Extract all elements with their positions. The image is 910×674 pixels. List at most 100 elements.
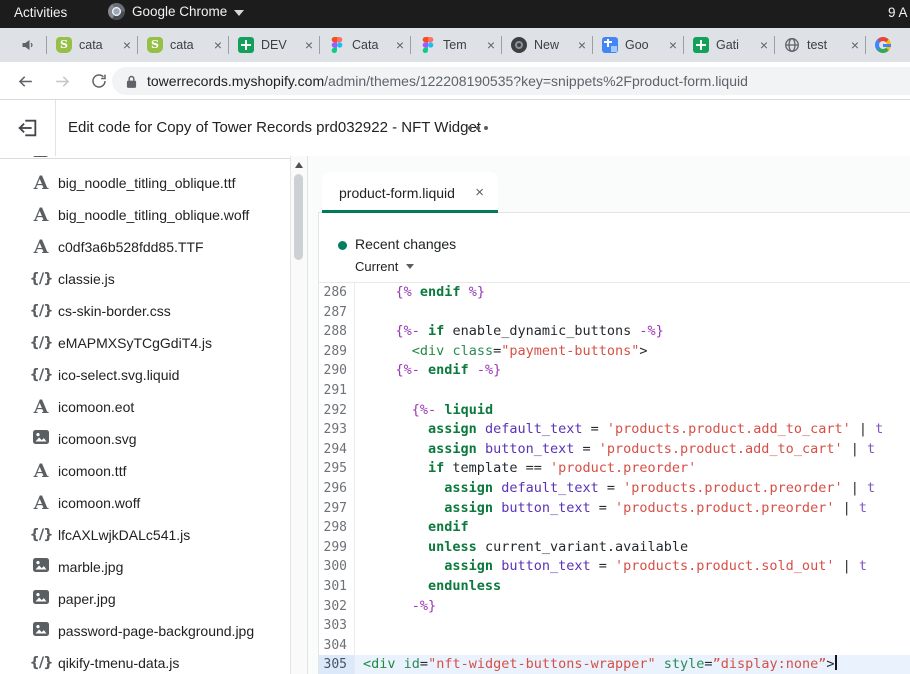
line-content (355, 616, 910, 636)
line-number: 298 (319, 518, 355, 538)
code-line-295[interactable]: 295 if template == 'product.preorder' (319, 459, 910, 479)
admin-header: Edit code for Copy of Tower Records prd0… (0, 100, 910, 157)
code-line-299[interactable]: 299 unless current_variant.available (319, 538, 910, 558)
reload-button[interactable] (86, 68, 112, 94)
exit-code-editor-button[interactable] (0, 100, 56, 156)
file-name: icomoon.eot (58, 399, 134, 415)
code-line-300[interactable]: 300 assign button_text = 'products.produ… (319, 557, 910, 577)
browser-tab-cata[interactable]: cata× (46, 28, 137, 62)
file-item[interactable]: Abig_noodle_titling_oblique.woff (0, 199, 290, 231)
code-line-289[interactable]: 289 <div class="payment-buttons"> (319, 342, 910, 362)
code-line-287[interactable]: 287 (319, 303, 910, 323)
tab-close-icon[interactable]: × (851, 38, 859, 52)
code-line-302[interactable]: 302 -%} (319, 597, 910, 617)
browser-tab-partial[interactable] (865, 28, 910, 62)
line-number: 293 (319, 420, 355, 440)
browser-tab-DEV[interactable]: DEV× (228, 28, 319, 62)
file-item[interactable]: Ac0df3a6b528fdd85.TTF (0, 231, 290, 263)
clock[interactable]: 9 A (888, 5, 908, 20)
file-item[interactable]: password-page-background.jpg (0, 615, 290, 647)
tab-title: DEV (261, 38, 303, 52)
file-name: icomoon.svg (58, 431, 137, 447)
file-name: big_noodle_titling_oblique.woff (58, 207, 249, 223)
file-item[interactable]: Aicomoon.ttf (0, 455, 290, 487)
speaker-icon (20, 37, 36, 53)
code-line-304[interactable]: 304 (319, 636, 910, 656)
sidebar-scrollbar[interactable] (290, 156, 307, 674)
file-item[interactable]: {/}cs-skin-border.css (0, 295, 290, 327)
file-tab-label: product-form.liquid (339, 185, 475, 201)
forward-button[interactable] (49, 68, 75, 94)
tab-title: cata (170, 38, 212, 52)
file-item[interactable]: Abig_noodle_titling_oblique.ttf (0, 167, 290, 199)
image-file-icon (28, 622, 54, 641)
code-line-296[interactable]: 296 assign default_text = 'products.prod… (319, 479, 910, 499)
line-content: {% endif %} (355, 283, 910, 303)
tab-close-icon[interactable]: × (305, 38, 313, 52)
activities-button[interactable]: Activities (14, 5, 67, 20)
file-item[interactable]: Aicomoon.eot (0, 391, 290, 423)
browser-tab-Goo[interactable]: Goo× (592, 28, 683, 62)
file-item[interactable]: {/}qikify-tmenu-data.js (0, 647, 290, 674)
image-file-icon (28, 590, 54, 609)
browser-tab-Gati[interactable]: Gati× (683, 28, 774, 62)
browser-tab-cata[interactable]: cata× (137, 28, 228, 62)
line-content (355, 303, 910, 323)
lock-icon (126, 74, 137, 89)
file-item[interactable]: marble.jpg (0, 551, 290, 583)
file-item[interactable]: paper.jpg (0, 583, 290, 615)
line-number: 291 (319, 381, 355, 401)
code-line-291[interactable]: 291 (319, 381, 910, 401)
code-line-301[interactable]: 301 endunless (319, 577, 910, 597)
tab-close-icon[interactable]: × (475, 184, 484, 201)
file-item[interactable]: icomoon.svg (0, 423, 290, 455)
tab-title: cata (79, 38, 121, 52)
browser-tab-Cata[interactable]: Cata× (319, 28, 410, 62)
version-dropdown[interactable]: Current (355, 259, 414, 274)
file-item[interactable]: {/}lfcAXLwjkDALc541.js (0, 519, 290, 551)
file-name: ico-select.svg.liquid (58, 367, 179, 383)
line-number: 292 (319, 401, 355, 421)
line-number: 303 (319, 616, 355, 636)
back-button[interactable] (12, 68, 38, 94)
tab-close-icon[interactable]: × (396, 38, 404, 52)
unsaved-changes-dot (338, 241, 347, 250)
tab-close-icon[interactable]: × (214, 38, 222, 52)
browser-tab-Tem[interactable]: Tem× (410, 28, 501, 62)
code-line-298[interactable]: 298 endif (319, 518, 910, 538)
code-file-icon: {/} (28, 336, 54, 351)
code-line-303[interactable]: 303 (319, 616, 910, 636)
address-bar[interactable]: towerrecords.myshopify.com/admin/themes/… (112, 67, 910, 95)
code-line-290[interactable]: 290 {%- endif -%} (319, 361, 910, 381)
browser-tab-test[interactable]: test× (774, 28, 865, 62)
tab-close-icon[interactable]: × (760, 38, 768, 52)
line-content: {%- if enable_dynamic_buttons -%} (355, 322, 910, 342)
code-line-286[interactable]: 286 {% endif %} (319, 283, 910, 303)
code-line-297[interactable]: 297 assign button_text = 'products.produ… (319, 499, 910, 519)
code-editor[interactable]: 286 {% endif %}287288 {%- if enable_dyna… (319, 283, 910, 674)
file-item[interactable]: {/}ico-select.svg.liquid (0, 359, 290, 391)
code-line-288[interactable]: 288 {%- if enable_dynamic_buttons -%} (319, 322, 910, 342)
browser-tab-New[interactable]: New× (501, 28, 592, 62)
tab-close-icon[interactable]: × (669, 38, 677, 52)
more-actions-button[interactable] (468, 126, 488, 130)
file-item[interactable]: {/}classie.js (0, 263, 290, 295)
scrollbar-thumb[interactable] (294, 174, 303, 260)
code-line-294[interactable]: 294 assign button_text = 'products.produ… (319, 440, 910, 460)
browser-tab-strip: cata×cata×DEV×Cata×Tem×New×Goo×Gati×test… (0, 28, 910, 62)
app-menu-button[interactable]: Google Chrome (108, 3, 244, 20)
tab-close-icon[interactable]: × (578, 38, 586, 52)
scroll-up-icon[interactable] (295, 162, 303, 168)
code-line-305[interactable]: 305<div id="nft-widget-buttons-wrapper" … (319, 655, 910, 674)
code-line-292[interactable]: 292 {%- liquid (319, 401, 910, 421)
file-name: c0df3a6b528fdd85.TTF (58, 239, 204, 255)
tab-title: test (807, 38, 849, 52)
file-item[interactable]: {/}eMAPMXSyTCgGdiT4.js (0, 327, 290, 359)
tab-close-icon[interactable]: × (123, 38, 131, 52)
code-line-293[interactable]: 293 assign default_text = 'products.prod… (319, 420, 910, 440)
file-item[interactable]: Aicomoon.woff (0, 487, 290, 519)
chevron-down-icon (406, 264, 414, 269)
line-content: endif (355, 518, 910, 538)
tab-close-icon[interactable]: × (487, 38, 495, 52)
file-tab[interactable]: product-form.liquid × (322, 172, 498, 213)
